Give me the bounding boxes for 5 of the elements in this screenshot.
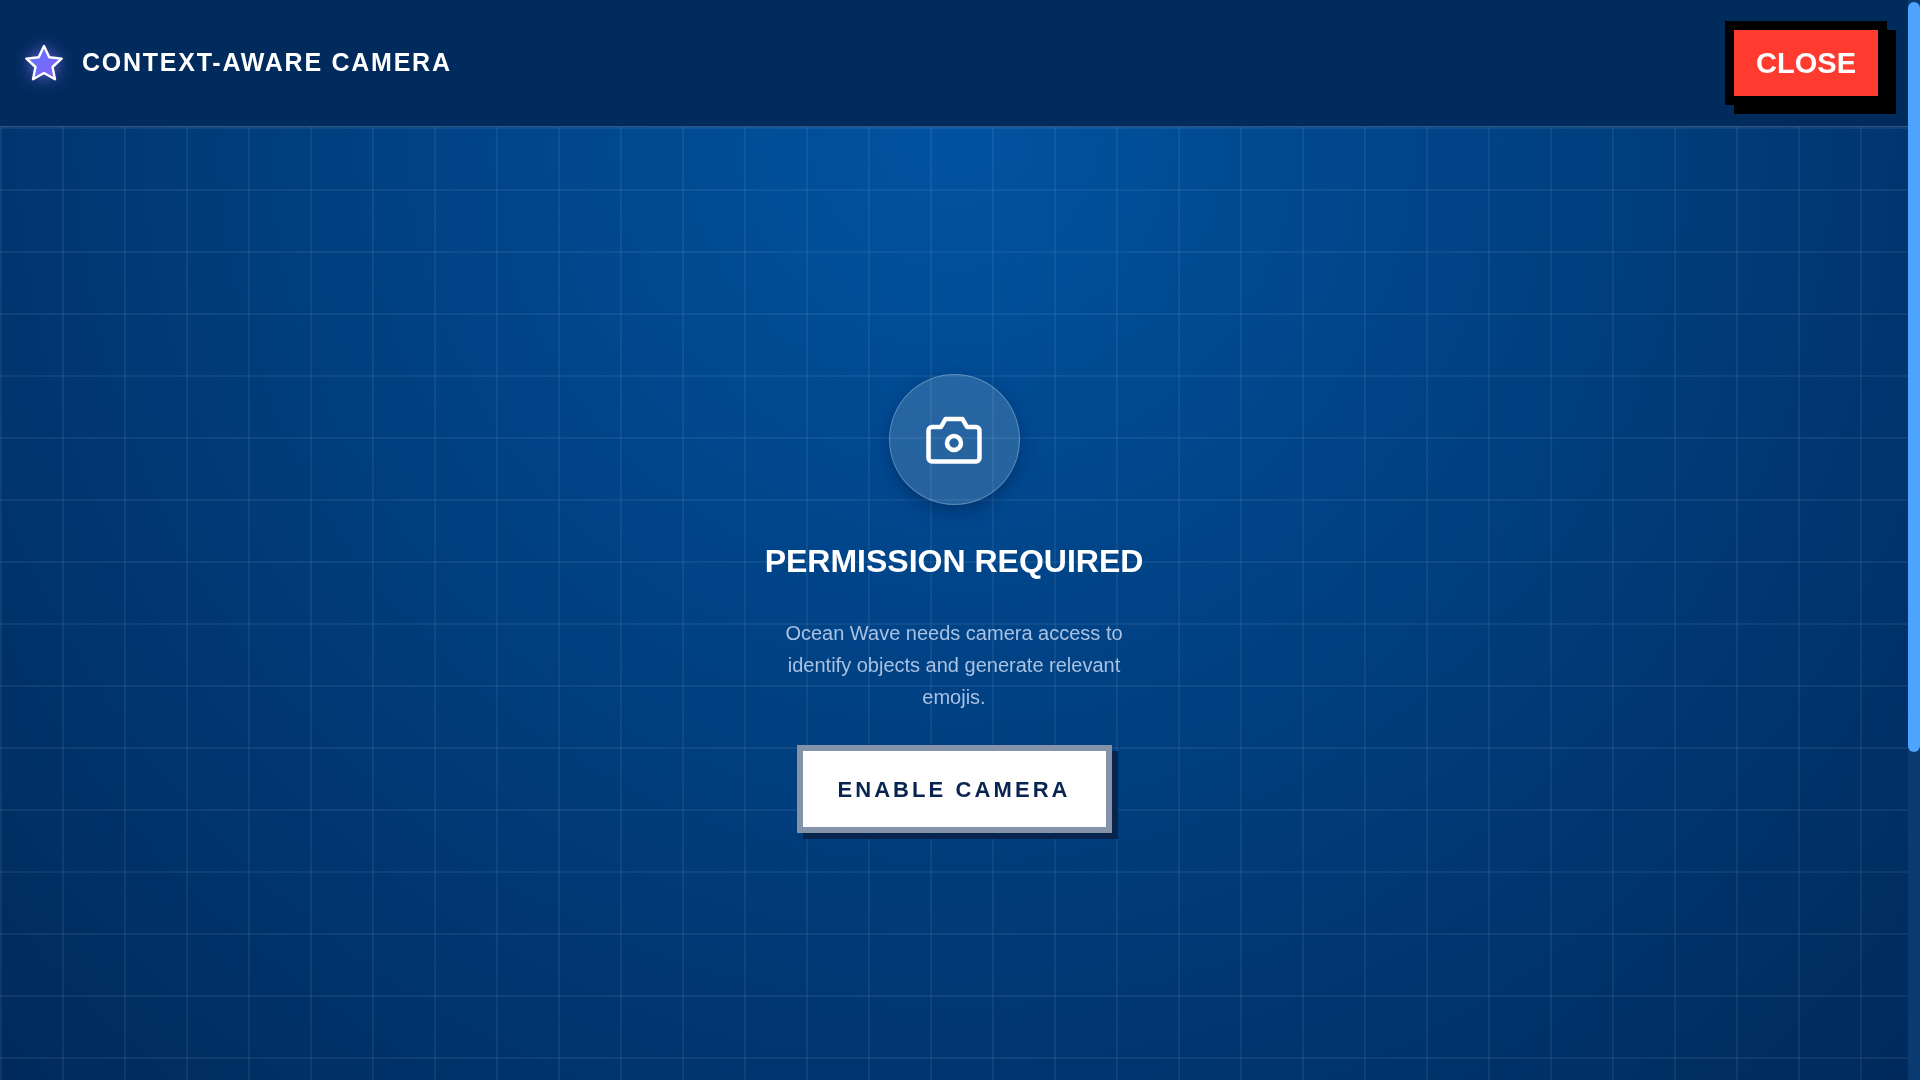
- star-icon: [24, 43, 64, 83]
- permission-title: PERMISSION REQUIRED: [764, 542, 1144, 581]
- permission-message: Ocean Wave needs camera access to identify objects and generate relevant emojis.: [784, 621, 1124, 710]
- app-title: CONTEXT-AWARE CAMERA: [82, 47, 452, 79]
- scrollbar-thumb[interactable]: [1908, 2, 1920, 752]
